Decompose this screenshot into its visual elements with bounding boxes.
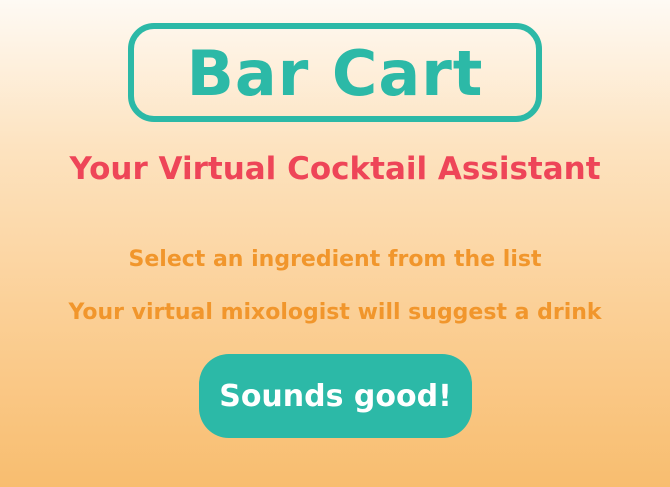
instruction-line: Your virtual mixologist will suggest a d… [68,300,602,325]
sounds-good-button[interactable]: Sounds good! [199,354,472,438]
app-tagline: Your Virtual Cocktail Assistant [69,151,601,187]
logo-banner: Bar Cart [128,23,542,122]
instruction-line: Select an ingredient from the list [128,247,542,272]
app-title: Bar Cart [186,36,484,110]
